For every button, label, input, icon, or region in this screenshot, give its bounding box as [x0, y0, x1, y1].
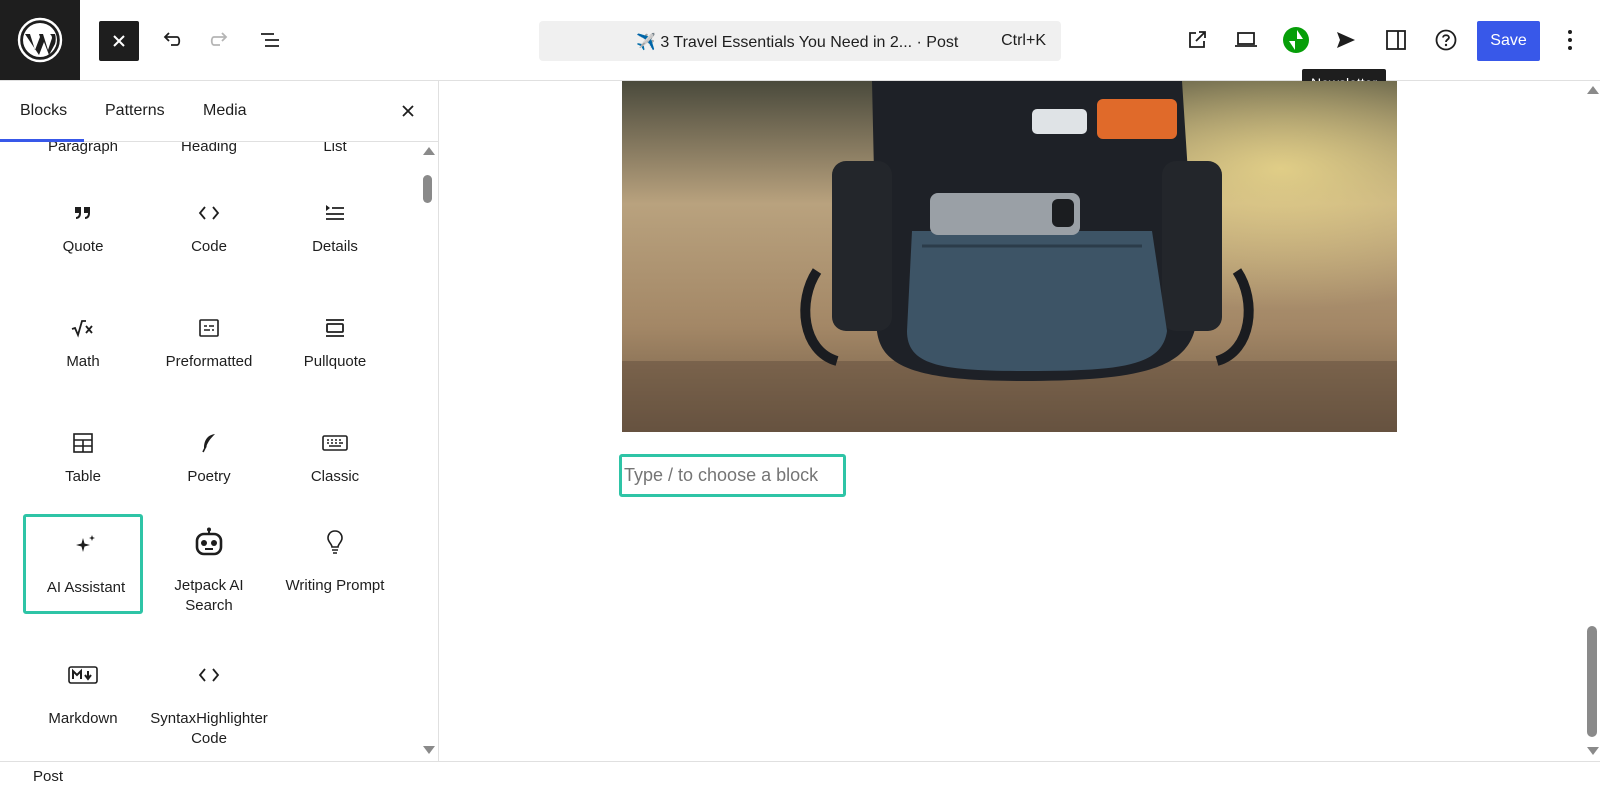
- math-icon: [23, 314, 143, 342]
- editor-footer: Post: [0, 761, 1600, 791]
- tab-patterns[interactable]: Patterns: [105, 102, 165, 120]
- block-inserter-panel: Blocks Patterns Media Paragraph Heading …: [0, 81, 439, 761]
- block-label: Details: [312, 238, 358, 255]
- block-table[interactable]: Table: [23, 401, 143, 501]
- block-quote[interactable]: Quote: [23, 171, 143, 271]
- help-icon[interactable]: [1426, 20, 1466, 60]
- markdown-icon: [23, 661, 143, 689]
- block-syntaxhighlighter-code[interactable]: SyntaxHighlighter Code: [149, 647, 269, 747]
- block-label: Poetry: [187, 468, 231, 485]
- block-label: SyntaxHighlighter Code: [150, 710, 268, 747]
- classic-keyboard-icon: [275, 429, 395, 457]
- close-icon[interactable]: [99, 21, 139, 61]
- jetpack-icon[interactable]: [1276, 20, 1316, 60]
- block-label-paragraph[interactable]: Paragraph: [23, 142, 143, 155]
- canvas-scroll-thumb[interactable]: [1587, 626, 1597, 737]
- block-grid: Paragraph Heading List Quote Code Detail…: [0, 142, 420, 761]
- canvas-scroll-down-icon[interactable]: [1587, 747, 1599, 755]
- more-options-icon[interactable]: [1550, 20, 1590, 60]
- scroll-up-arrow-icon[interactable]: [423, 147, 435, 155]
- newsletter-send-icon[interactable]: [1326, 20, 1366, 60]
- block-label: Pullquote: [303, 353, 367, 370]
- block-label: AI Assistant: [46, 579, 126, 596]
- block-label-heading[interactable]: Heading: [149, 142, 269, 155]
- pullquote-icon: [275, 314, 395, 342]
- quote-icon: [23, 199, 143, 227]
- empty-block-placeholder[interactable]: Type / to choose a block: [619, 454, 846, 497]
- command-palette-shortcut: Ctrl+K: [1001, 32, 1046, 49]
- editor-canvas: Type / to choose a block: [439, 81, 1600, 761]
- scroll-down-arrow-icon[interactable]: [423, 746, 435, 754]
- featured-backpack-image[interactable]: [622, 81, 1397, 432]
- block-label: Writing Prompt: [285, 577, 385, 594]
- inserter-tabs: Blocks Patterns Media: [0, 81, 438, 142]
- block-ai-assistant[interactable]: AI Assistant: [23, 514, 143, 614]
- block-details[interactable]: Details: [275, 171, 395, 271]
- block-label: Table: [65, 468, 101, 485]
- code-icon: [149, 661, 269, 689]
- external-link-icon[interactable]: [1177, 20, 1217, 60]
- close-inserter-icon[interactable]: [394, 97, 422, 125]
- preformatted-icon: [149, 314, 269, 342]
- wordpress-icon[interactable]: [0, 0, 80, 80]
- lightbulb-icon: [275, 528, 395, 556]
- redo-icon[interactable]: [200, 20, 240, 60]
- tab-blocks[interactable]: Blocks: [20, 102, 67, 120]
- canvas-scroll-up-icon[interactable]: [1587, 86, 1599, 94]
- tab-media[interactable]: Media: [203, 102, 247, 120]
- block-math[interactable]: Math: [23, 286, 143, 386]
- block-jetpack-ai-search[interactable]: Jetpack AI Search: [149, 514, 269, 614]
- code-icon: [149, 199, 269, 227]
- device-preview-icon[interactable]: [1226, 20, 1266, 60]
- block-markdown[interactable]: Markdown: [23, 647, 143, 747]
- block-code[interactable]: Code: [149, 171, 269, 271]
- block-poetry[interactable]: Poetry: [149, 401, 269, 501]
- document-bar[interactable]: ✈️ 3 Travel Essentials You Need in 2... …: [539, 21, 1061, 61]
- undo-icon[interactable]: [151, 20, 191, 60]
- block-preformatted[interactable]: Preformatted: [149, 286, 269, 386]
- block-label: Jetpack AI Search: [174, 577, 244, 614]
- block-label: Classic: [310, 468, 360, 485]
- document-title: ✈️ 3 Travel Essentials You Need in 2... …: [636, 34, 959, 51]
- block-label: Preformatted: [165, 353, 253, 370]
- block-label: Code: [191, 238, 227, 255]
- block-label: Quote: [62, 238, 104, 255]
- settings-sidebar-icon[interactable]: [1376, 20, 1416, 60]
- editor-app: ✈️ 3 Travel Essentials You Need in 2... …: [0, 0, 1600, 791]
- inserter-scrollbar[interactable]: [420, 142, 438, 761]
- robot-icon: [149, 527, 269, 556]
- block-writing-prompt[interactable]: Writing Prompt: [275, 514, 395, 614]
- details-icon: [275, 199, 395, 227]
- block-label-list[interactable]: List: [275, 142, 395, 155]
- list-view-icon[interactable]: [250, 20, 290, 60]
- editor-header: ✈️ 3 Travel Essentials You Need in 2... …: [0, 0, 1600, 96]
- sparkles-icon: [26, 530, 146, 558]
- block-label: Markdown: [48, 710, 118, 727]
- table-icon: [23, 429, 143, 457]
- block-pullquote[interactable]: Pullquote: [275, 286, 395, 386]
- inserter-scroll-thumb[interactable]: [423, 175, 432, 203]
- breadcrumb-post[interactable]: Post: [33, 768, 63, 785]
- poetry-icon: [149, 429, 269, 457]
- block-label: Math: [66, 353, 100, 370]
- save-button[interactable]: Save: [1477, 21, 1540, 61]
- block-classic[interactable]: Classic: [275, 401, 395, 501]
